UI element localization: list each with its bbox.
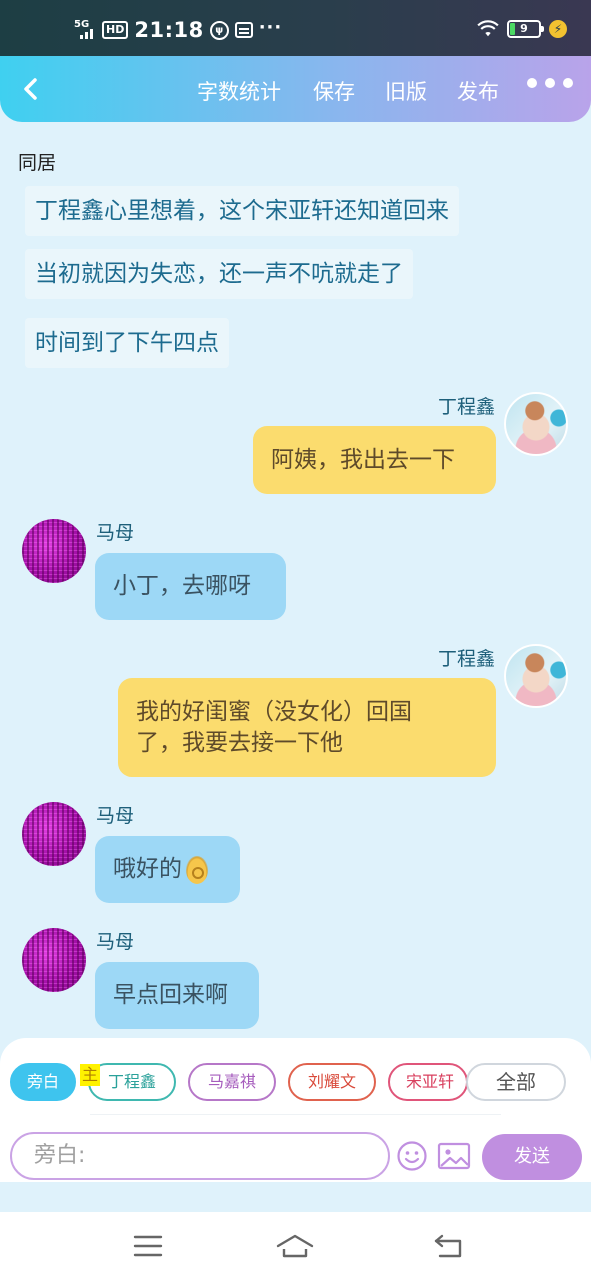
character-chip-ding[interactable]: 丁程鑫 [88,1063,176,1101]
avatar[interactable] [504,392,568,456]
message-bubble[interactable]: 哦好的 [95,836,240,903]
more-options-icon[interactable] [527,78,573,88]
character-chip-narrator[interactable]: 旁白 [10,1063,76,1101]
avatar[interactable] [504,644,568,708]
message-input[interactable]: 旁白: [10,1132,390,1180]
background-strip [0,1182,591,1212]
home-icon[interactable] [275,1232,315,1260]
menu-icon[interactable] [128,1232,168,1260]
character-chip-song[interactable]: 宋亚轩 [388,1063,468,1101]
all-characters-button[interactable]: 全部 [466,1063,566,1101]
message-bubble[interactable]: 早点回来啊 [95,962,259,1029]
message-line: 了，我要去接一下他 [136,729,343,756]
character-chip-liu[interactable]: 刘耀文 [288,1063,376,1101]
speaker-name: 马母 [96,522,135,544]
message-bubble[interactable]: 我的好闺蜜（没女化）回国 了，我要去接一下他 [118,678,496,777]
old-version-button[interactable]: 旧版 [385,76,427,106]
wifi-icon [477,20,499,37]
message-line: 我的好闺蜜（没女化）回国 [136,698,412,725]
save-button[interactable]: 保存 [313,76,355,106]
emoji-icon[interactable] [396,1140,428,1172]
status-bar: 5G HD 21:18 ψ ··· 9 ⚡ [0,0,591,56]
back-icon[interactable] [16,74,46,104]
speaker-name: 马母 [96,931,135,953]
system-nav-bar [0,1212,591,1280]
send-button[interactable]: 发送 [482,1134,582,1180]
cellular-signal-icon: 5G [74,19,96,41]
speaker-name: 丁程鑫 [437,396,495,418]
publish-button[interactable]: 发布 [457,76,499,106]
speaker-name: 马母 [96,805,135,827]
calendar-icon [234,22,253,38]
back-nav-icon[interactable] [430,1232,470,1260]
narration-line[interactable]: 丁程鑫心里想着，这个宋亚轩还知道回来 [25,186,459,236]
message-bubble[interactable]: 阿姨，我出去一下 [253,426,496,494]
story-title: 同居 [18,152,57,174]
avatar[interactable] [22,802,86,866]
avatar[interactable] [22,928,86,992]
battery-icon: 9 [507,20,544,38]
editor-header: 字数统计 保存 旧版 发布 [0,56,591,122]
word-count-button[interactable]: 字数统计 [197,76,281,106]
more-notifications-icon: ··· [258,16,283,38]
ok-hand-emoji-icon [186,855,208,884]
message-bubble[interactable]: 小丁，去哪呀 [95,553,286,620]
image-icon[interactable] [437,1141,471,1171]
charging-icon: ⚡ [549,20,567,38]
battery-level: 9 [520,22,528,35]
narration-line[interactable]: 时间到了下午四点 [25,318,229,368]
divider [90,1114,501,1115]
data-saver-icon: ψ [209,20,229,40]
speaker-name: 丁程鑫 [437,648,495,670]
input-panel: 旁白 丁程鑫 主 马嘉祺 刘耀文 宋亚轩 全部 旁白: 发送 [0,1038,591,1182]
message-text: 哦好的 [113,856,182,882]
hd-icon: HD [102,21,129,39]
main-character-badge: 主 [80,1064,100,1086]
avatar[interactable] [22,519,86,583]
narration-line[interactable]: 当初就因为失恋，还一声不吭就走了 [25,249,413,299]
character-chip-ma[interactable]: 马嘉祺 [188,1063,276,1101]
status-time: 21:18 [134,18,204,42]
